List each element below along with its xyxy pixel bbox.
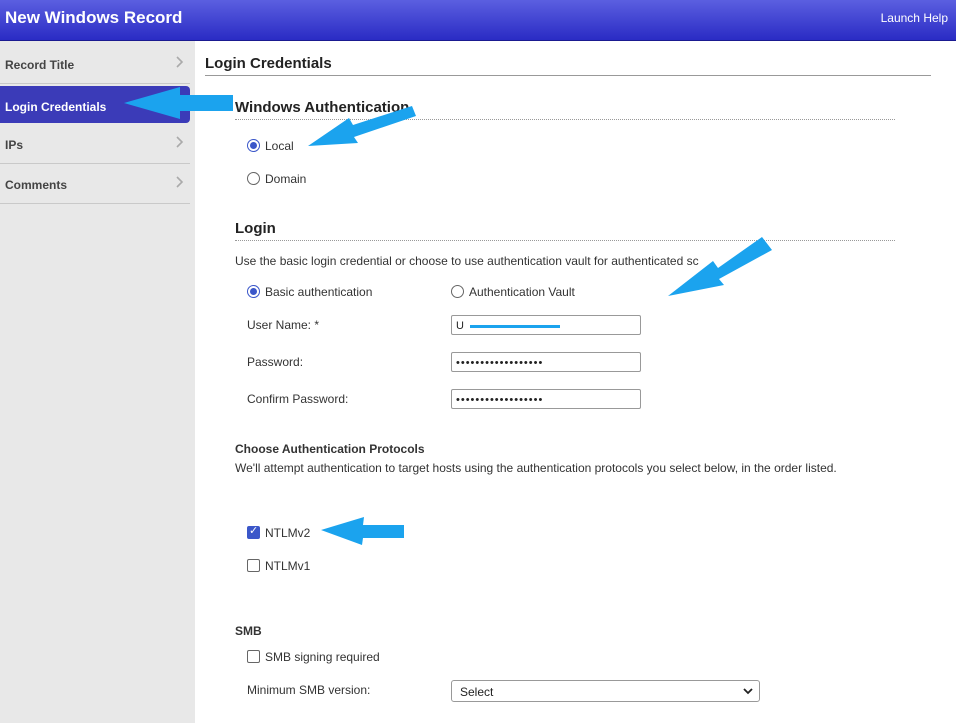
auth-vault-radio[interactable]: [451, 285, 464, 298]
password-input[interactable]: ••••••••••••••••••: [451, 352, 641, 372]
protocols-description: We'll attempt authentication to target h…: [235, 461, 837, 475]
title-bar: New Windows Record Launch Help: [0, 0, 956, 41]
local-radio[interactable]: [247, 139, 260, 152]
sidebar-item-label: Login Credentials: [5, 100, 107, 114]
chevron-down-icon: [743, 688, 753, 695]
smb-signing-checkbox[interactable]: [247, 650, 260, 663]
sidebar-item-ips[interactable]: IPs: [0, 123, 190, 164]
smb-signing-label: SMB signing required: [265, 650, 380, 664]
chevron-right-icon: [176, 176, 184, 188]
section-title: Login Credentials: [205, 55, 931, 76]
chevron-right-icon: [176, 56, 184, 68]
password-label: Password:: [247, 355, 304, 369]
sidebar-item-login-credentials[interactable]: Login Credentials: [0, 86, 190, 123]
sidebar-item-comments[interactable]: Comments: [0, 163, 190, 204]
basic-auth-radio[interactable]: [247, 285, 260, 298]
login-heading: Login: [235, 220, 895, 241]
auth-vault-label: Authentication Vault: [469, 285, 575, 299]
protocols-heading: Choose Authentication Protocols: [235, 442, 425, 456]
domain-radio[interactable]: [247, 172, 260, 185]
main-panel: Login Credentials Windows Authentication…: [195, 41, 956, 723]
local-label: Local: [265, 139, 294, 153]
window-title: New Windows Record: [5, 8, 183, 27]
basic-auth-label: Basic authentication: [265, 285, 373, 299]
sidebar-item-label: IPs: [5, 138, 24, 152]
ntlmv1-label: NTLMv1: [265, 559, 311, 573]
min-smb-version-value: Select: [460, 685, 494, 699]
sidebar: Record Title Login Credentials IPs Comme…: [0, 41, 195, 723]
username-value: U: [456, 320, 465, 332]
ntlmv2-label: NTLMv2: [265, 526, 311, 540]
launch-help-link[interactable]: Launch Help: [881, 11, 948, 25]
smb-heading: SMB: [235, 624, 262, 638]
redaction-mark: [470, 325, 560, 328]
username-input[interactable]: U: [451, 315, 641, 335]
min-smb-version-select[interactable]: Select: [451, 680, 760, 702]
sidebar-item-label: Record Title: [5, 58, 75, 72]
sidebar-item-label: Comments: [5, 178, 68, 192]
chevron-right-icon: [176, 136, 184, 148]
windows-auth-heading: Windows Authentication: [235, 99, 895, 120]
username-label: User Name: *: [247, 318, 320, 332]
sidebar-item-record-title[interactable]: Record Title: [0, 43, 190, 84]
ntlmv2-checkbox[interactable]: [247, 524, 260, 539]
min-smb-version-label: Minimum SMB version:: [247, 683, 371, 697]
confirm-password-input[interactable]: ••••••••••••••••••: [451, 389, 641, 409]
login-description: Use the basic login credential or choose…: [235, 254, 699, 268]
confirm-password-label: Confirm Password:: [247, 392, 349, 406]
domain-label: Domain: [265, 172, 307, 186]
ntlmv1-checkbox[interactable]: [247, 559, 260, 572]
